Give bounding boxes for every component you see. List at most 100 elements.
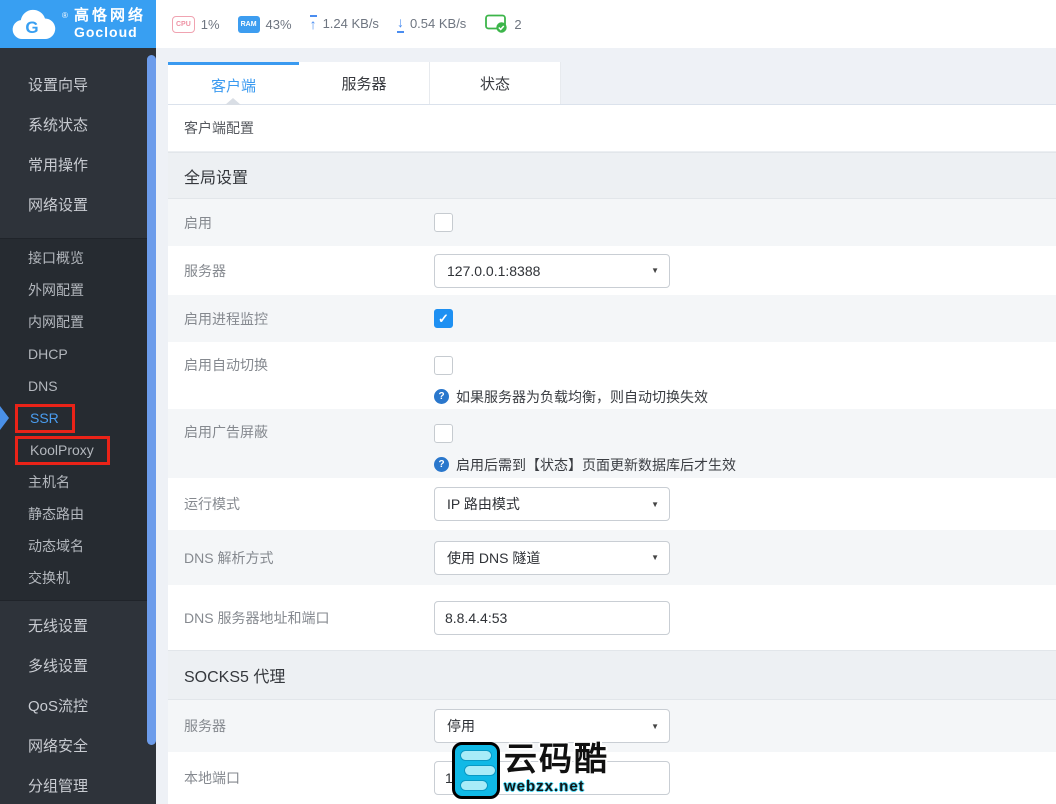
chevron-down-icon: ▼ (651, 722, 659, 731)
cpu-icon: CPU (172, 16, 195, 33)
field-label: 运行模式 (168, 478, 434, 530)
server-select-value: 127.0.0.1:8388 (447, 263, 540, 279)
router-admin-app: G ® 高恪网络 Gocloud CPU 1% RAM 43% ↑ 1.24 K… (0, 0, 1056, 804)
sidebar-item-ddns[interactable]: 动态域名 (0, 530, 156, 562)
form-row-process-monitor: 启用进程监控 ✓ (168, 295, 1056, 342)
field-label: 启用自动切换 (168, 342, 434, 388)
sidebar-item-switch[interactable]: 交换机 (0, 562, 156, 594)
form-row-auto-switch: 启用自动切换 ? 如果服务器为负载均衡，则自动切换失效 (168, 342, 1056, 409)
section-header-global: 全局设置 (168, 152, 1056, 199)
watermark-domain: webzx.net (504, 778, 609, 795)
sidebar-item-network-security[interactable]: 网络安全 (0, 727, 156, 767)
dns-mode-select-value: 使用 DNS 隧道 (447, 548, 540, 568)
sidebar-item-wireless-settings[interactable]: 无线设置 (0, 607, 156, 647)
help-line: ? 如果服务器为负载均衡，则自动切换失效 (434, 385, 708, 409)
socks5-server-select-value: 停用 (447, 716, 475, 736)
sidebar-item-group-management[interactable]: 分组管理 (0, 767, 156, 804)
brand-logo[interactable]: G ® 高恪网络 Gocloud (0, 0, 156, 48)
sidebar-item-multiline-settings[interactable]: 多线设置 (0, 647, 156, 687)
active-item-arrow-icon (0, 406, 9, 430)
upload-stat: ↑ 1.24 KB/s (310, 15, 379, 32)
active-tab-caret-icon (225, 98, 241, 105)
sidebar-item-lan-config[interactable]: 内网配置 (0, 306, 156, 338)
help-question-icon: ? (434, 389, 449, 404)
help-text: 启用后需到【状态】页面更新数据库后才生效 (456, 455, 736, 475)
adblock-checkbox[interactable] (434, 424, 453, 443)
sidebar-item-ssr[interactable]: SSR (0, 402, 156, 434)
sidebar-item-interface-overview[interactable]: 接口概览 (0, 242, 156, 274)
sidebar-scrollbar-thumb[interactable] (147, 55, 156, 745)
sidebar-item-static-route[interactable]: 静态路由 (0, 498, 156, 530)
tab-status[interactable]: 状态 (430, 62, 561, 105)
field-label: 启用 (168, 199, 434, 246)
section-header-socks5: SOCKS5 代理 (168, 650, 1056, 700)
sidebar-item-dhcp[interactable]: DHCP (0, 338, 156, 370)
dns-server-input[interactable] (434, 601, 670, 635)
sidebar-item-dns[interactable]: DNS (0, 370, 156, 402)
system-stats-bar: CPU 1% RAM 43% ↑ 1.24 KB/s ↓ 0.54 KB/s (156, 0, 522, 48)
chevron-down-icon: ▼ (651, 553, 659, 562)
help-question-icon: ? (434, 457, 449, 472)
cpu-stat: CPU 1% (172, 16, 220, 33)
form-row-adblock: 启用广告屏蔽 ? 启用后需到【状态】页面更新数据库后才生效 (168, 409, 1056, 478)
watermark: 云码酷 webzx.net (452, 742, 609, 799)
form-row-run-mode: 运行模式 IP 路由模式 ▼ (168, 478, 1056, 530)
form-row-server: 服务器 127.0.0.1:8388 ▼ (168, 246, 1056, 295)
sidebar-item-common-operations[interactable]: 常用操作 (0, 146, 156, 186)
svg-text:G: G (25, 18, 38, 37)
form-row-enable: 启用 (168, 199, 1056, 246)
monitor-check-icon (484, 14, 508, 34)
field-label: 本地端口 (168, 752, 434, 804)
sidebar-item-koolproxy-label: KoolProxy (30, 434, 94, 466)
sidebar-item-qos[interactable]: QoS流控 (0, 687, 156, 727)
field-label: 服务器 (168, 246, 434, 295)
help-line: ? 启用后需到【状态】页面更新数据库后才生效 (434, 453, 736, 477)
socks5-server-select[interactable]: 停用 ▼ (434, 709, 670, 743)
download-arrow-icon: ↓ (397, 15, 404, 32)
sidebar-item-hostname[interactable]: 主机名 (0, 466, 156, 498)
upload-value: 1.24 KB/s (323, 16, 379, 31)
enable-checkbox[interactable] (434, 213, 453, 232)
sidebar-item-system-status[interactable]: 系统状态 (0, 106, 156, 146)
tab-server[interactable]: 服务器 (299, 62, 430, 105)
cloud-logo-icon: G (10, 8, 56, 41)
field-label: DNS 解析方式 (168, 530, 434, 585)
form-row-local-port: 本地端口 (168, 752, 1056, 804)
field-label: 服务器 (168, 700, 434, 752)
field-label: 启用广告屏蔽 (168, 409, 434, 455)
form-row-socks5-server: 服务器 停用 ▼ (168, 700, 1056, 752)
settings-panel: 客户端配置 全局设置 启用 服务器 127.0.0.1:8388 ▼ 启用进程监… (168, 105, 1056, 804)
process-monitor-checkbox[interactable]: ✓ (434, 309, 453, 328)
run-mode-select[interactable]: IP 路由模式 ▼ (434, 487, 670, 521)
top-bar: G ® 高恪网络 Gocloud CPU 1% RAM 43% ↑ 1.24 K… (0, 0, 1056, 48)
clients-stat: 2 (484, 14, 521, 34)
ram-value: 43% (266, 17, 292, 32)
watermark-title: 云码酷 (504, 742, 609, 775)
form-row-dns-server: DNS 服务器地址和端口 (168, 585, 1056, 650)
server-select[interactable]: 127.0.0.1:8388 ▼ (434, 254, 670, 288)
form-row-dns-mode: DNS 解析方式 使用 DNS 隧道 ▼ (168, 530, 1056, 585)
brand-name: 高恪网络 Gocloud (74, 8, 146, 40)
auto-switch-checkbox[interactable] (434, 356, 453, 375)
download-stat: ↓ 0.54 KB/s (397, 15, 466, 32)
watermark-logo-icon (452, 742, 500, 799)
koolproxy-annotation-box: KoolProxy (15, 436, 110, 465)
dns-mode-select[interactable]: 使用 DNS 隧道 ▼ (434, 541, 670, 575)
brand-name-cn: 高恪网络 (74, 8, 146, 25)
ssr-annotation-box: SSR (15, 404, 75, 433)
field-label: 启用进程监控 (168, 295, 434, 342)
sidebar-group-network-sub: 接口概览 外网配置 内网配置 DHCP DNS SSR KoolProxy 主机… (0, 238, 156, 601)
sidebar-item-setup-wizard[interactable]: 设置向导 (0, 66, 156, 106)
field-label: DNS 服务器地址和端口 (168, 585, 434, 650)
download-value: 0.54 KB/s (410, 16, 466, 31)
help-text: 如果服务器为负载均衡，则自动切换失效 (456, 387, 708, 407)
sidebar-item-wan-config[interactable]: 外网配置 (0, 274, 156, 306)
sidebar-group-top: 设置向导 系统状态 常用操作 网络设置 (0, 48, 156, 238)
registered-mark: ® (62, 11, 68, 20)
sidebar-item-network-settings[interactable]: 网络设置 (0, 186, 156, 226)
ram-stat: RAM 43% (238, 16, 292, 33)
panel-heading: 客户端配置 (168, 105, 1056, 152)
ram-icon: RAM (238, 16, 260, 33)
sidebar-item-koolproxy[interactable]: KoolProxy (0, 434, 156, 466)
sidebar-item-ssr-label: SSR (30, 402, 59, 434)
